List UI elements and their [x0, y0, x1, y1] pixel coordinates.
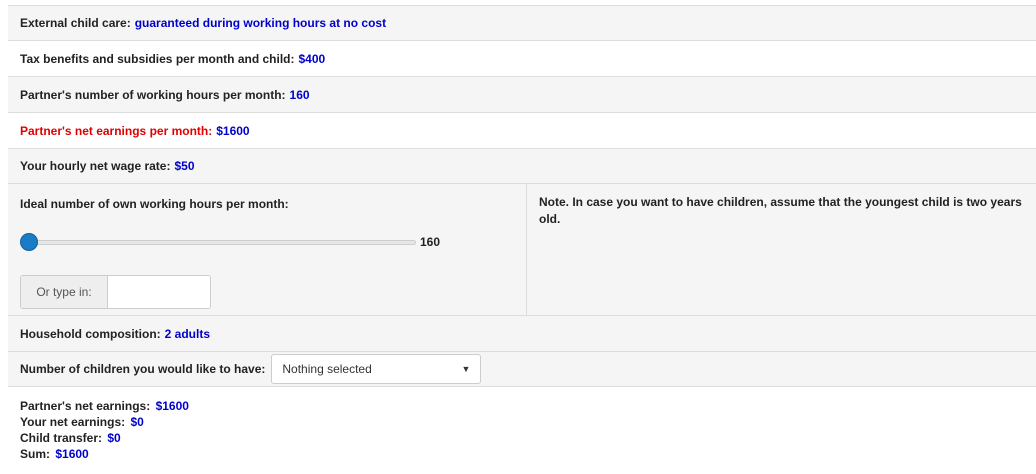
household-value: 2 adults	[164, 326, 211, 341]
wage-value: $50	[174, 159, 195, 173]
summary-transfer-line: Child transfer: $0	[20, 430, 1036, 446]
partner-earnings-label: Partner's net earnings per month:	[20, 123, 213, 138]
summary-your-label: Your net earnings:	[20, 415, 126, 429]
survey-panel: External child care: guaranteed during w…	[0, 0, 1036, 474]
summary-partner-value: $1600	[155, 399, 189, 413]
working-hours-section: Ideal number of own working hours per mo…	[8, 183, 1036, 315]
childcare-label: External child care:	[20, 16, 131, 30]
working-hours-slider-value: 160	[420, 235, 441, 249]
partner-earnings-row: Partner's net earnings per month: $1600	[8, 112, 1036, 148]
wage-row: Your hourly net wage rate: $50	[8, 148, 1036, 183]
tax-row: Tax benefits and subsidies per month and…	[8, 40, 1036, 76]
partner-hours-row: Partner's number of working hours per mo…	[8, 76, 1036, 112]
type-in-group: Or type in:	[20, 275, 211, 309]
working-hours-cell: Ideal number of own working hours per mo…	[8, 184, 527, 315]
partner-hours-label: Partner's number of working hours per mo…	[20, 87, 286, 102]
childcare-value: guaranteed during working hours at no co…	[134, 16, 387, 30]
tax-label: Tax benefits and subsidies per month and…	[20, 51, 295, 66]
summary-your-value: $0	[130, 415, 144, 429]
summary-sum-label: Sum:	[20, 447, 50, 461]
children-select-value: Nothing selected	[282, 362, 372, 376]
wage-label: Your hourly net wage rate:	[20, 159, 171, 173]
children-select[interactable]: Nothing selected ▼	[271, 354, 482, 384]
partner-hours-value: 160	[289, 87, 310, 102]
tax-value: $400	[298, 51, 326, 66]
summary-partner-line: Partner's net earnings: $1600	[20, 398, 1036, 414]
working-hours-slider-track[interactable]	[20, 240, 416, 245]
type-in-label: Or type in:	[21, 276, 108, 308]
chevron-down-icon: ▼	[461, 364, 471, 374]
children-row: Number of children you would like to hav…	[8, 351, 1036, 386]
earnings-summary: Partner's net earnings: $1600 Your net e…	[8, 386, 1036, 474]
partner-earnings-value: $1600	[216, 123, 250, 138]
household-label: Household composition:	[20, 326, 161, 341]
children-label: Number of children you would like to hav…	[20, 362, 266, 376]
summary-sum-line: Sum: $1600	[20, 446, 1036, 462]
type-in-input[interactable]	[108, 276, 210, 308]
summary-transfer-label: Child transfer:	[20, 431, 103, 445]
summary-transfer-value: $0	[107, 431, 121, 445]
working-hours-slider-thumb[interactable]	[20, 233, 38, 251]
summary-your-line: Your net earnings: $0	[20, 414, 1036, 430]
note-text: Note. In case you want to have children,…	[539, 195, 1022, 226]
working-hours-label: Ideal number of own working hours per mo…	[20, 197, 289, 211]
childcare-row: External child care: guaranteed during w…	[8, 5, 1036, 40]
household-row: Household composition: 2 adults	[8, 315, 1036, 351]
summary-sum-value: $1600	[55, 447, 89, 461]
summary-partner-label: Partner's net earnings:	[20, 399, 151, 413]
